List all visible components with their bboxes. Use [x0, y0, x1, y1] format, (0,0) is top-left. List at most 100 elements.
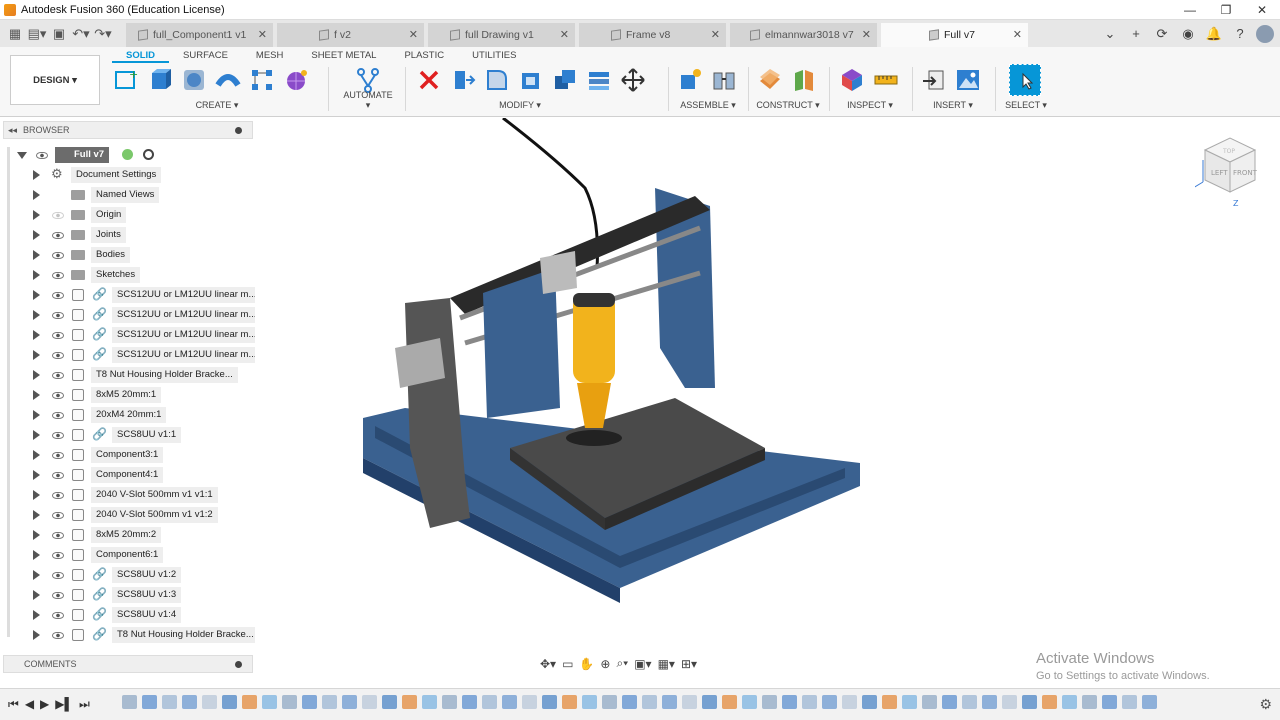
expand-triangle-icon[interactable] — [33, 250, 40, 260]
timeline-feature-icon[interactable] — [1062, 695, 1077, 709]
visibility-eye-icon[interactable] — [52, 571, 64, 579]
shell-icon[interactable] — [517, 66, 545, 94]
go-to-end-icon[interactable]: ⏭ — [79, 697, 90, 712]
fillet-icon[interactable] — [483, 66, 511, 94]
construct-menu[interactable]: CONSTRUCT ▾ — [756, 100, 820, 111]
close-tab-icon[interactable]: ✕ — [258, 28, 267, 41]
timeline-feature-icon[interactable] — [762, 695, 777, 709]
timeline-feature-icon[interactable] — [482, 695, 497, 709]
viewcube-left-label[interactable]: LEFT — [1211, 169, 1228, 177]
visibility-eye-icon[interactable] — [52, 471, 64, 479]
timeline-feature-icon[interactable] — [1002, 695, 1017, 709]
move-copy-icon[interactable] — [619, 66, 647, 94]
timeline-feature-icon[interactable] — [682, 695, 697, 709]
help-icon[interactable]: ? — [1230, 24, 1250, 44]
timeline-feature-icon[interactable] — [982, 695, 997, 709]
browser-item[interactable]: 🔗 SCS12UU or LM12UU linear m... — [3, 285, 262, 305]
modify-menu[interactable]: MODIFY ▾ — [395, 100, 645, 111]
expand-triangle-icon[interactable] — [33, 530, 40, 540]
browser-item[interactable]: 8xM5 20mm:1 — [3, 385, 253, 405]
visibility-eye-icon[interactable] — [36, 151, 48, 159]
browser-item[interactable]: 2040 V-Slot 500mm v1 v1:2 — [3, 505, 253, 525]
inspect-menu[interactable]: INSPECT ▾ — [838, 100, 902, 111]
measure-icon[interactable] — [872, 66, 900, 94]
viewcube-top-label[interactable]: TOP — [1222, 148, 1235, 155]
timeline-feature-icon[interactable] — [1022, 695, 1037, 709]
offset-plane-icon[interactable] — [756, 66, 784, 94]
insert-menu[interactable]: INSERT ▾ — [920, 100, 986, 111]
offset-face-icon[interactable] — [585, 66, 613, 94]
tab-elmannwar3018[interactable]: elmannwar3018 v7 ✕ — [730, 23, 877, 47]
display-component-colors-icon[interactable] — [838, 66, 866, 94]
timeline-feature-icon[interactable] — [142, 695, 157, 709]
browser-item[interactable]: Joints — [3, 225, 253, 245]
browser-item[interactable]: 🔗 SCS12UU or LM12UU linear m... — [3, 305, 262, 325]
expand-triangle-icon[interactable] — [33, 550, 40, 560]
visibility-eye-icon[interactable] — [52, 491, 64, 499]
timeline-feature-icon[interactable] — [562, 695, 577, 709]
automate-menu[interactable]: AUTOMATE ▾ — [340, 90, 396, 111]
extrude-icon[interactable] — [146, 66, 174, 94]
expand-triangle-icon[interactable] — [33, 330, 40, 340]
timeline-feature-icon[interactable] — [462, 695, 477, 709]
close-tab-icon[interactable]: ✕ — [711, 28, 720, 41]
timeline-feature-icon[interactable] — [962, 695, 977, 709]
visibility-eye-icon[interactable] — [52, 331, 64, 339]
radio-activate-icon[interactable] — [143, 149, 154, 160]
timeline-feature-icon[interactable] — [822, 695, 837, 709]
browser-item[interactable]: 🔗 SCS12UU or LM12UU linear m... — [3, 345, 262, 365]
browser-item[interactable]: 🔗 SCS8UU v1:3 — [3, 585, 253, 605]
timeline-feature-icon[interactable] — [582, 695, 597, 709]
expand-triangle-icon[interactable] — [33, 230, 40, 240]
go-to-start-icon[interactable]: ⏮ — [8, 697, 19, 712]
browser-item[interactable]: 🔗 SCS8UU v1:1 — [3, 425, 253, 445]
visibility-eye-icon[interactable] — [52, 351, 64, 359]
notifications-bell-icon[interactable]: 🔔 — [1204, 24, 1224, 44]
create-form-icon[interactable] — [282, 66, 310, 94]
timeline-feature-icon[interactable] — [702, 695, 717, 709]
cnc-router-model[interactable] — [255, 116, 1280, 688]
expand-triangle-icon[interactable] — [33, 610, 40, 620]
timeline-feature-icon[interactable] — [622, 695, 637, 709]
timeline-feature-icon[interactable] — [902, 695, 917, 709]
new-tab-plus-icon[interactable]: + — [1126, 24, 1146, 44]
timeline-feature-icon[interactable] — [642, 695, 657, 709]
user-avatar[interactable] — [1256, 24, 1274, 43]
extensions-icon[interactable]: ⟳ — [1152, 24, 1172, 44]
tab-overflow-chevron-icon[interactable]: ⌄ — [1100, 24, 1120, 44]
plane-at-angle-icon[interactable] — [790, 66, 818, 94]
timeline-feature-icon[interactable] — [362, 695, 377, 709]
browser-item[interactable]: Component3:1 — [3, 445, 253, 465]
expand-triangle-icon[interactable] — [33, 590, 40, 600]
browser-item[interactable]: Component6:1 — [3, 545, 253, 565]
expand-triangle-icon[interactable] — [17, 151, 27, 159]
visibility-eye-icon[interactable] — [52, 271, 64, 279]
timeline-feature-icon[interactable] — [442, 695, 457, 709]
assemble-menu[interactable]: ASSEMBLE ▾ — [676, 100, 740, 111]
tab-sheet-metal[interactable]: SHEET METAL — [297, 49, 390, 63]
browser-item[interactable]: Origin — [3, 205, 253, 225]
expand-triangle-icon[interactable] — [33, 210, 40, 220]
step-forward-icon[interactable]: ▶▌ — [55, 697, 73, 712]
expand-triangle-icon[interactable] — [33, 490, 40, 500]
browser-item[interactable]: 🔗 SCS8UU v1:4 — [3, 605, 253, 625]
close-tab-icon[interactable]: ✕ — [1013, 28, 1022, 41]
job-status-icon[interactable]: ◉ — [1178, 24, 1198, 44]
visibility-eye-icon[interactable] — [52, 311, 64, 319]
zoom-icon[interactable]: ⊕ — [600, 657, 610, 671]
tab-utilities[interactable]: UTILITIES — [458, 49, 530, 63]
timeline-feature-icon[interactable] — [322, 695, 337, 709]
expand-triangle-icon[interactable] — [33, 390, 40, 400]
close-tab-icon[interactable]: ✕ — [560, 28, 569, 41]
undo-icon[interactable]: ↶▾ — [70, 23, 92, 45]
expand-triangle-icon[interactable] — [33, 570, 40, 580]
timeline-feature-icon[interactable] — [422, 695, 437, 709]
timeline-feature-icon[interactable] — [402, 695, 417, 709]
delete-icon[interactable] — [415, 66, 443, 94]
timeline-feature-icon[interactable] — [302, 695, 317, 709]
visibility-eye-icon[interactable] — [52, 411, 64, 419]
comments-pin-icon[interactable] — [235, 660, 242, 668]
play-icon[interactable]: ▶ — [40, 697, 49, 712]
revolve-icon[interactable] — [180, 66, 208, 94]
look-at-icon[interactable]: ▭ — [562, 657, 573, 671]
